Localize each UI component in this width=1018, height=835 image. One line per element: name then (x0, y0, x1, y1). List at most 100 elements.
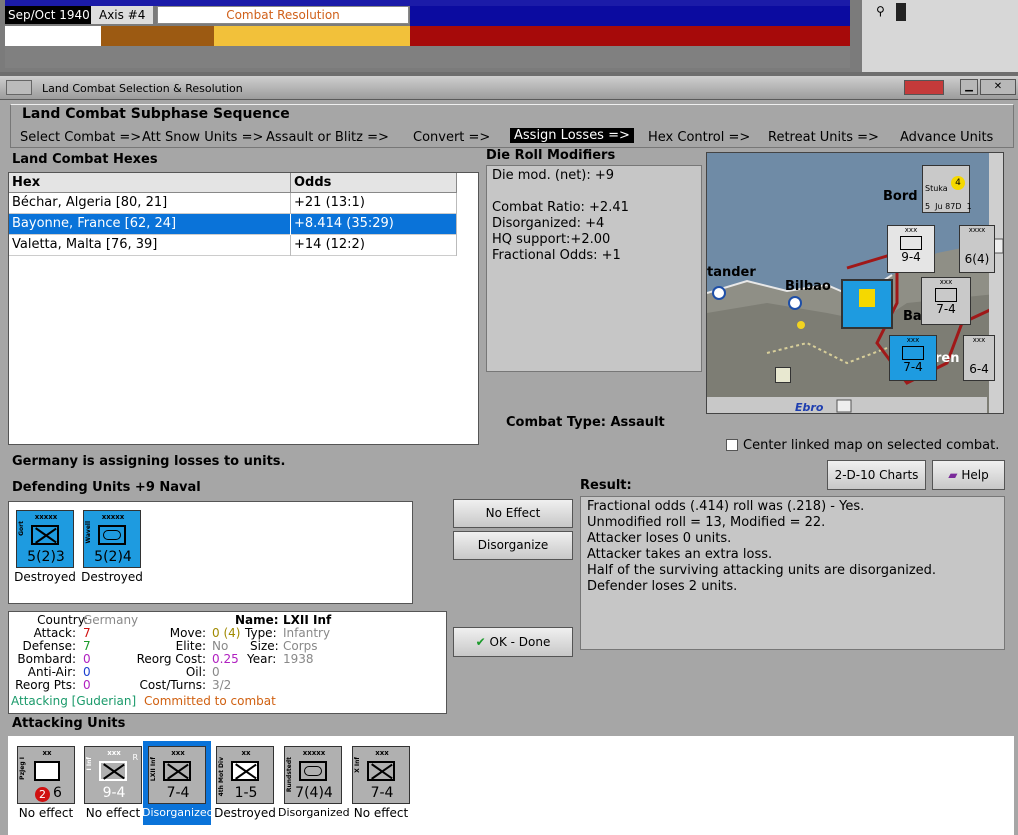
counter-size: xxxxx (34, 513, 58, 521)
attacker-counter-pzjeg[interactable]: xx PzJeg I 2 6 (17, 746, 75, 804)
map-label-bilbao: Bilbao (785, 279, 831, 294)
turn-date: Sep/Oct 1940 (5, 6, 91, 24)
ok-done-button[interactable]: ✔ OK - Done (453, 627, 573, 657)
pin-icon[interactable]: ⚲ (876, 4, 885, 18)
counter-value: 6-4 (969, 362, 989, 376)
close-button[interactable]: ✕ (980, 79, 1016, 95)
result-line: Defender loses 2 units. (587, 579, 738, 594)
window-menu-icon[interactable] (6, 80, 32, 95)
help-book-icon: ▰ (948, 468, 958, 482)
attacker-counter-4th-mot[interactable]: xx 4th Mot Div 1-5 (216, 746, 274, 804)
map-counter-stuka[interactable]: Stuka 4 5 Ju 87D 1 (922, 165, 972, 213)
loss-badge: 2 (35, 787, 50, 802)
minimize-button[interactable]: ▁ (960, 79, 978, 95)
defender-counter-wavell[interactable]: xxxxx Wavell 5(2)4 (83, 510, 141, 568)
counter-size: xxxxx (101, 513, 125, 521)
counter-size: xxx (906, 336, 920, 344)
step-assault-blitz: Assault or Blitz => (266, 130, 389, 145)
counter-size: xxxx (968, 226, 986, 234)
table-row[interactable]: Béchar, Algeria [80, 21] +21 (13:1) (9, 193, 457, 214)
cost-turns-label: Cost/Turns: (139, 678, 206, 692)
map-label-pyrenees: ren (935, 351, 960, 366)
attacker-counter-rundstedt[interactable]: xxxxx Rundstedt 7(4)4 (284, 746, 342, 804)
step-convert: Convert => (413, 130, 491, 145)
table-row[interactable]: Valetta, Malta [76, 39] +14 (12:2) (9, 235, 457, 256)
counter-size: xxx (375, 749, 389, 757)
counter-value: 5(2)3 (27, 549, 65, 565)
motorized-icon (231, 761, 259, 781)
hq-support-mod: HQ support:+2.00 (492, 232, 611, 247)
armor-icon (98, 525, 126, 545)
hex-cell: Bayonne, France [62, 24] (9, 214, 291, 235)
result-title: Result: (580, 478, 632, 493)
dialog-title: Land Combat Selection & Resolution (42, 82, 243, 95)
explosion-icon (859, 289, 875, 307)
charts-button[interactable]: 2-D-10 Charts (827, 460, 926, 490)
odds-cell: +14 (12:2) (291, 235, 457, 256)
hex-cell: Béchar, Algeria [80, 21] (9, 193, 291, 214)
cost-turns-value: 3/2 (212, 678, 232, 692)
counter-size: xxxxx (302, 749, 326, 757)
counter-value: 7(4)4 (295, 785, 333, 801)
attacker-status: No effect (353, 806, 409, 820)
active-side: Axis #4 (91, 6, 153, 24)
counter-value: 7-4 (903, 360, 923, 374)
help-label: Help (961, 468, 989, 482)
infantry-icon (31, 525, 59, 545)
linked-map[interactable]: tander Bilbao Bord Ebro Ba ren Stuka 4 5… (706, 152, 1004, 414)
counter-size: xxx (904, 226, 918, 234)
recon-icon (34, 761, 60, 781)
stuka-value: 5 Ju 87D 1 (925, 202, 972, 211)
counter-value: 7-4 (166, 785, 190, 801)
check-icon: ✔ (475, 635, 486, 649)
step-hex-control: Hex Control => (648, 130, 751, 145)
flag-stripe (101, 26, 214, 46)
result-panel: Fractional odds (.414) roll was (.218) -… (580, 496, 1005, 650)
defender-counter-gort[interactable]: xxxxx Gort 5(2)3 (16, 510, 74, 568)
infantry-icon (902, 346, 924, 360)
help-button[interactable]: ▰ Help (932, 460, 1005, 490)
counter-name: Gort (18, 521, 25, 536)
stuka-name: Stuka (925, 184, 948, 193)
infantry-icon (163, 761, 191, 781)
attacker-status: Disorganized (278, 806, 350, 819)
die-mod-net: Die mod. (net): +9 (492, 168, 615, 183)
counter-name: PzJeg I (19, 757, 26, 780)
attacker-counter-i-inf[interactable]: xxx R I Inf 9-4 (84, 746, 142, 804)
counter-value: 6(4) (964, 252, 990, 266)
map-counter-7-4-a[interactable]: xxx 7-4 (921, 277, 971, 325)
counter-value: 5(2)4 (94, 549, 132, 565)
counter-value: 9-4 (901, 250, 921, 264)
column-header-hex[interactable]: Hex (9, 173, 291, 193)
result-line: Attacker loses 0 units. (587, 531, 732, 546)
checkbox-box[interactable] (726, 439, 738, 451)
counter-name: LXII Inf (150, 757, 157, 782)
dialog-titlebar[interactable]: Land Combat Selection & Resolution ▁ ✕ (0, 76, 1018, 100)
disorganize-button[interactable]: Disorganize (453, 531, 573, 560)
device-icon[interactable] (896, 3, 906, 21)
map-combat-hex-attack[interactable] (841, 279, 893, 329)
result-line: Unmodified roll = 13, Modified = 22. (587, 515, 826, 530)
combat-type-label: Combat Type: (506, 415, 606, 430)
no-effect-button[interactable]: No Effect (453, 499, 573, 528)
attacking-units-panel: xx PzJeg I 2 6 No effect xxx R I Inf 9-4… (8, 736, 1014, 835)
map-counter-9-4[interactable]: xxx 9-4 (887, 225, 935, 273)
counter-value: 6 (53, 785, 62, 801)
map-label-bayonne: Ba (903, 309, 922, 324)
attacker-counter-lxii-inf[interactable]: xxx LXII Inf 7-4 (148, 746, 206, 804)
land-combat-dialog: Land Combat Selection & Resolution ▁ ✕ L… (0, 76, 1018, 835)
sequence-title: Land Combat Subphase Sequence (22, 106, 290, 122)
center-linked-map-checkbox[interactable]: Center linked map on selected combat. (726, 438, 999, 453)
combat-hexes-table: Hex Odds Béchar, Algeria [80, 21] +21 (1… (8, 172, 479, 445)
year-value: 1938 (283, 652, 314, 666)
die-roll-title: Die Roll Modifiers (486, 148, 616, 163)
attacker-counter-x-inf[interactable]: xxx X Inf 7-4 (352, 746, 410, 804)
map-counter-7-4-b[interactable]: xxx 7-4 (889, 335, 937, 381)
counter-value: 7-4 (370, 785, 394, 801)
reorg-pts-label: Reorg Pts: (15, 678, 76, 692)
map-counter-6-4-xxxx[interactable]: xxxx 6(4) (959, 225, 995, 273)
column-header-odds[interactable]: Odds (291, 173, 457, 193)
defender-status: Destroyed (81, 570, 143, 584)
map-counter-6-4[interactable]: xxx 6-4 (963, 335, 995, 381)
table-row-selected[interactable]: Bayonne, France [62, 24] +8.414 (35:29) (9, 214, 457, 235)
